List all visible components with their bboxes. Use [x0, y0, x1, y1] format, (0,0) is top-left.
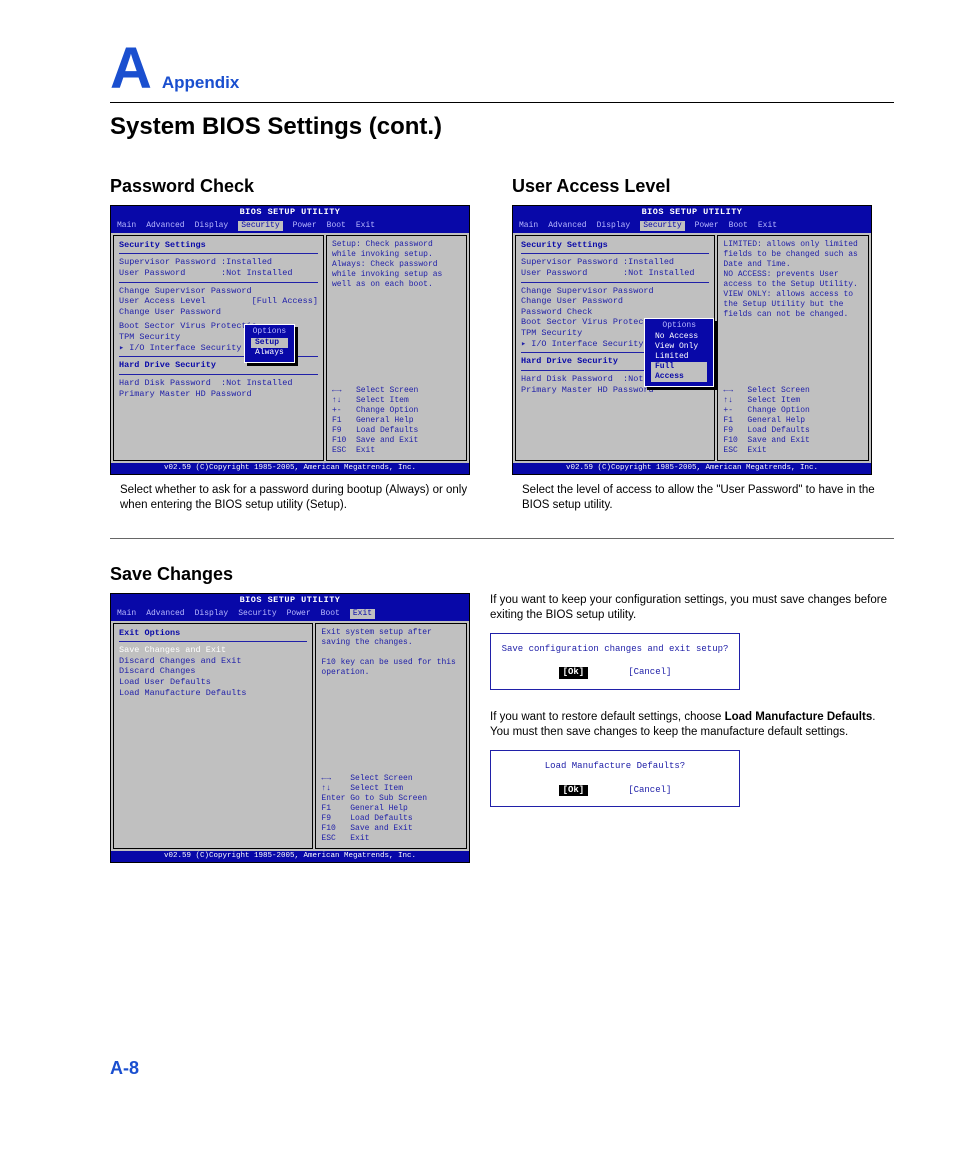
section-heading: Password Check	[110, 176, 492, 197]
dialog-message: Load Manufacture Defaults?	[501, 761, 729, 773]
note-text: If you want to restore default settings,…	[490, 710, 894, 740]
save-notes: If you want to keep your configuration s…	[490, 593, 894, 863]
dialog-message: Save configuration changes and exit setu…	[501, 644, 729, 656]
bios-title: BIOS SETUP UTILITY	[111, 206, 469, 219]
appendix-label: Appendix	[162, 73, 239, 93]
key-legend: ←→ Select Screen ↑↓ Select Item +- Chang…	[332, 386, 461, 456]
section-heading: User Access Level	[512, 176, 894, 197]
section-heading: Save Changes	[110, 564, 894, 585]
note-text: If you want to keep your configuration s…	[490, 593, 894, 623]
appendix-header: A Appendix	[110, 40, 894, 98]
bios-right-pane: Setup: Check password while invoking set…	[326, 235, 467, 461]
caption: Select whether to ask for a password dur…	[110, 483, 492, 513]
page-number: A-8	[110, 1058, 139, 1079]
bios-screenshot-save: BIOS SETUP UTILITY Main Advanced Display…	[110, 593, 470, 863]
bios-screenshot-password: BIOS SETUP UTILITY Main Advanced Display…	[110, 205, 470, 475]
ok-button[interactable]: [Ok]	[559, 785, 589, 797]
appendix-letter: A	[110, 40, 152, 98]
cancel-button[interactable]: [Cancel]	[628, 667, 671, 679]
load-defaults-dialog: Load Manufacture Defaults? [Ok] [Cancel]	[490, 750, 740, 807]
options-popup: Options Setup Always	[244, 324, 295, 363]
save-changes-section: BIOS SETUP UTILITY Main Advanced Display…	[110, 593, 470, 863]
password-check-section: Password Check BIOS SETUP UTILITY Main A…	[110, 176, 492, 513]
cancel-button[interactable]: [Cancel]	[628, 785, 671, 797]
ok-button[interactable]: [Ok]	[559, 667, 589, 679]
divider	[110, 102, 894, 103]
save-confirm-dialog: Save configuration changes and exit setu…	[490, 633, 740, 690]
divider	[110, 538, 894, 539]
options-popup: Options No Access View Only Limited Full…	[644, 318, 714, 387]
caption: Select the level of access to allow the …	[512, 483, 894, 513]
page-title: System BIOS Settings (cont.)	[110, 113, 894, 141]
bios-screenshot-useraccess: BIOS SETUP UTILITY Main Advanced Display…	[512, 205, 872, 475]
bios-footer: v02.59 (C)Copyright 1985-2005, American …	[111, 463, 469, 474]
user-access-section: User Access Level BIOS SETUP UTILITY Mai…	[512, 176, 894, 513]
bios-left-pane: Security Settings Supervisor Password :I…	[113, 235, 324, 461]
bios-menu: Main Advanced Display Security Power Boo…	[111, 219, 469, 233]
help-text: Setup: Check password while invoking set…	[332, 240, 461, 290]
